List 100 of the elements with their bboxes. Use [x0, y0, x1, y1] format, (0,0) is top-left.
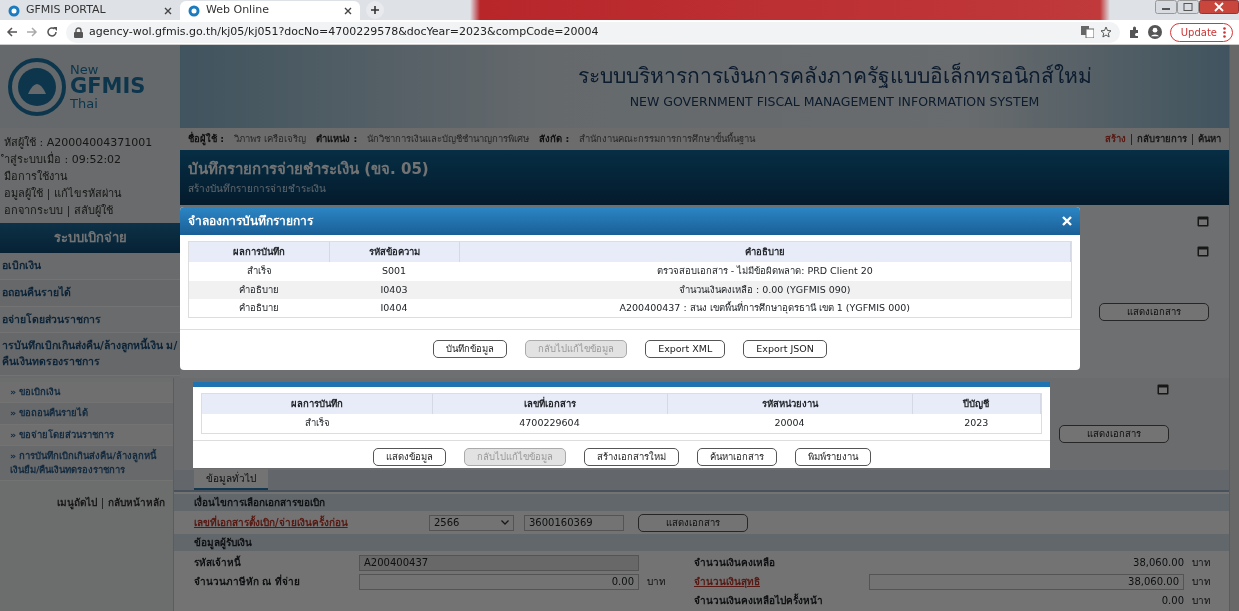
dialog-button[interactable]: พิมพ์รายงาน [794, 447, 871, 466]
system-title: ระบบบริหารการเงินการคลังภาครัฐแบบอิเล็กทรอนิกส์ใหม่ [577, 61, 1092, 91]
dialog-button[interactable]: Export XML [645, 340, 726, 358]
new-tab-button[interactable] [366, 1, 384, 19]
sidebar-item[interactable]: อถอนคืนรายได้ [0, 279, 180, 307]
translate-icon[interactable] [1080, 26, 1094, 38]
plus-icon [370, 5, 380, 15]
field-label: จำนวนเงินคงเหลือ [694, 556, 776, 570]
field-label: จำนวนภาษีหัก ณ ที่จ่าย [194, 574, 301, 589]
user-info-text: มือการใช้งาน [4, 169, 69, 185]
column-header: ผลการบันทึก [202, 394, 432, 415]
globe-icon [8, 4, 20, 17]
scrollbar[interactable] [1229, 45, 1239, 611]
column-header: ผลการบันทึก [189, 242, 329, 263]
unit-label: บาท [1191, 594, 1212, 608]
field-value: วิภาพร เครือเจริญ [234, 131, 307, 146]
amount-field[interactable]: 0.00 [359, 573, 639, 590]
table-cell: I0403 [329, 280, 459, 299]
dialog-button[interactable]: สร้างเอกสารใหม่ [583, 447, 679, 466]
field-label: สังกัด : [539, 131, 570, 146]
browser-tab[interactable]: Web Online [180, 1, 360, 20]
reload-icon[interactable] [46, 26, 58, 38]
readonly-field[interactable]: A200400437 [359, 554, 639, 571]
dialog-button[interactable]: แสดงข้อมูล [372, 447, 446, 466]
action-link[interactable]: กลับรายการ [1137, 131, 1187, 147]
globe-icon [188, 4, 200, 17]
menu-link[interactable]: กลับหน้าหลัก [108, 497, 165, 509]
column-header: คำอธิบาย [459, 242, 1071, 263]
calendar-icon[interactable] [1197, 245, 1209, 257]
action-link[interactable]: สร้าง [1105, 131, 1126, 147]
field-value: สำนักงานคณะกรรมการการศึกษาขั้นพื้นฐาน [579, 131, 756, 147]
table-cell: S001 [329, 262, 459, 281]
show-document-button[interactable]: แสดงเอกสาร [1099, 303, 1209, 321]
back-icon[interactable] [6, 26, 18, 38]
column-header: เลขที่เอกสาร [432, 394, 667, 415]
amount-value: 0.00 [1160, 594, 1184, 608]
user-link[interactable]: สลับผู้ใช้ [74, 204, 113, 217]
field-value: นักวิชาการเงินและบัญชีชำนาญการพิเศษ [367, 131, 530, 146]
update-button[interactable]: Update [1169, 22, 1233, 42]
user-link[interactable]: อมูลผู้ใช้ [4, 187, 43, 200]
amount-value: 38,060.00 [1132, 556, 1184, 570]
table-cell: 4700229604 [432, 414, 667, 433]
table-cell: ตรวจสอบเอกสาร - ไม่มีข้อผิดพลาด: PRD Client 20 [459, 262, 1071, 281]
table-cell: จำนวนเงินคงเหลือ : 0.00 (YGFMIS 090) [459, 280, 1071, 299]
puzzle-icon[interactable] [1127, 26, 1140, 38]
field-label: ตำแหน่ง : [316, 131, 358, 146]
url-text: agency-wol.gfmis.go.th/kj05/kj051?docNo=4700229578&docYear=2023&compCode=20004 [89, 23, 600, 40]
dialog-title: จำลองการบันทึกรายการ [188, 213, 313, 230]
minimize-icon[interactable] [1155, 0, 1177, 14]
more-icon [1223, 26, 1226, 38]
sidebar-item[interactable]: » ขอถอนคืนรายได้ [0, 403, 173, 425]
close-icon[interactable] [164, 6, 172, 15]
user-link[interactable]: แก้ไขรหัสผ่าน [54, 187, 122, 200]
sidebar-item[interactable]: » การบันทึกเบิกเกินส่งคืน/ล้างลูกหนี้เงินยืม/คืนเงินทดรองราชการ [0, 445, 173, 482]
table-cell: คำอธิบาย [189, 280, 329, 299]
table-cell: I0404 [329, 298, 459, 317]
logo-text: New [70, 63, 100, 76]
amount-field[interactable]: 38,060.00 [869, 573, 1184, 590]
page-subtitle: สร้างบันทึกรายการจ่ายชำระเงิน [188, 181, 327, 196]
field-link[interactable]: จำนวนเงินสุทธิ [694, 574, 869, 589]
menu-link[interactable]: เมนูถัดไป [57, 497, 97, 509]
caret-icon [501, 520, 509, 525]
column-header: รหัสข้อความ [329, 242, 459, 263]
table-cell: สำเร็จ [189, 262, 329, 281]
dialog-button[interactable]: Export JSON [743, 340, 827, 358]
column-header: รหัสหน่วยงาน [667, 394, 912, 415]
emblem-icon [8, 57, 66, 116]
calendar-icon[interactable] [1157, 383, 1169, 395]
sidebar-item[interactable]: ารบันทึกเบิกเกินส่งคืน/ล้างลูกหนี้เงิน ม/คืนเงินทดรองราชการ [0, 333, 180, 376]
profile-icon[interactable] [1147, 25, 1162, 39]
field-label: จำนวนเงินคงเหลือไปครั้งหน้า [694, 593, 824, 608]
table-cell: 2023 [912, 414, 1041, 433]
calendar-icon[interactable] [1197, 215, 1209, 227]
document-number-link[interactable]: เลขที่เอกสารตั้งเบิก/จ่ายเงินครั้งก่อน [194, 515, 429, 530]
action-link[interactable]: ค้นหา [1198, 131, 1221, 147]
close-icon[interactable] [344, 6, 352, 15]
table-cell: สำเร็จ [202, 414, 432, 433]
field-label: รหัสเจ้าหนี้ [194, 555, 242, 570]
table-cell: A200400437 : สนง เขตพื้นที่การศึกษาอุดรธานี เขต 1 (YGFMIS 000) [459, 298, 1071, 317]
section-header: เงื่อนไขการเลือกเอกสารขอเบิก [174, 494, 1229, 511]
show-document-button[interactable]: แสดงเอกสาร [1059, 425, 1169, 443]
section-header: ข้อมูลผู้รับเงิน [174, 534, 1229, 551]
dialog-button[interactable]: บันทึกข้อมูล [433, 340, 508, 358]
dialog-button[interactable]: ค้นหาเอกสาร [696, 447, 777, 466]
user-link[interactable]: อกจากระบบ [4, 204, 63, 217]
page-title: บันทึกรายการจ่ายชำระเงิน (ขจ. 05) [188, 159, 430, 180]
year-select[interactable]: 2566 [429, 514, 514, 531]
maximize-icon[interactable] [1177, 0, 1199, 14]
unit-label: บาท [1191, 575, 1212, 589]
document-number-field[interactable]: 3600160369 [524, 514, 624, 531]
address-bar[interactable]: agency-wol.gfmis.go.th/kj05/kj051?docNo=4700229578&docYear=2023&compCode=20004 [66, 21, 1120, 43]
lock-icon [74, 26, 83, 38]
show-document-button[interactable]: แสดงเอกสาร [638, 513, 748, 532]
logo-text: Thai [70, 97, 99, 110]
star-icon[interactable] [1099, 26, 1112, 38]
unit-label: บาท [1191, 556, 1212, 570]
logo-text: GFMIS [70, 76, 146, 97]
close-icon[interactable] [1199, 0, 1239, 14]
system-subtitle: NEW GOVERNMENT FISCAL MANAGEMENT INFORMATION SYSTEM [629, 92, 1040, 111]
form-tab[interactable]: ข้อมูลทั่วไป [194, 469, 268, 490]
